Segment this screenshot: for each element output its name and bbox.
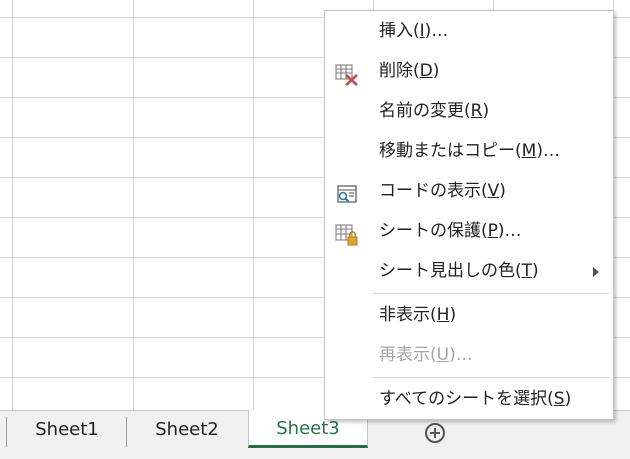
menu-item-insert[interactable]: 挿入(I)… — [325, 11, 613, 51]
menu-item-label: シート見出しの色(T) — [379, 261, 539, 281]
menu-item-tab-color[interactable]: シート見出しの色(T) — [325, 251, 613, 291]
menu-item-rename[interactable]: 名前の変更(R) — [325, 91, 613, 131]
menu-item-label: すべてのシートを選択(S) — [379, 389, 572, 409]
tab-separator — [126, 417, 127, 447]
grid-column-line — [253, 0, 254, 410]
delete-sheet-icon — [335, 61, 358, 86]
menu-item-label: 移動またはコピー(M)… — [379, 141, 560, 161]
menu-item-move-copy[interactable]: 移動またはコピー(M)… — [325, 131, 613, 171]
menu-item-delete[interactable]: 削除(D) — [325, 51, 613, 91]
menu-item-label: 非表示(H) — [379, 305, 457, 325]
menu-item-hide[interactable]: 非表示(H) — [325, 295, 613, 335]
view-code-icon — [335, 181, 357, 203]
sheet-tab-sheet2[interactable]: Sheet2 — [128, 411, 246, 449]
submenu-arrow-icon — [593, 267, 599, 277]
grid-column-line — [133, 0, 134, 410]
menu-item-view-code[interactable]: コードの表示(V) — [325, 171, 613, 211]
tab-separator — [6, 417, 7, 447]
menu-separator — [373, 377, 609, 378]
sheet-tab-context-menu: 挿入(I)… 削除(D) 名前の変更(R) 移動またはコピー(M)… コードの表… — [324, 10, 614, 420]
protect-sheet-icon — [335, 221, 358, 246]
menu-item-label: 再表示(U)… — [379, 345, 473, 365]
menu-item-label: コードの表示(V) — [379, 181, 506, 201]
menu-item-select-all-sheets[interactable]: すべてのシートを選択(S) — [325, 379, 613, 419]
menu-item-unhide: 再表示(U)… — [325, 335, 613, 375]
sheet-tab-sheet1[interactable]: Sheet1 — [8, 411, 126, 449]
menu-item-label: 挿入(I)… — [379, 21, 449, 41]
menu-item-label: 削除(D) — [379, 61, 440, 81]
menu-item-label: 名前の変更(R) — [379, 101, 490, 121]
menu-separator — [373, 293, 609, 294]
grid-column-line — [12, 0, 13, 410]
menu-item-protect-sheet[interactable]: シートの保護(P)… — [325, 211, 613, 251]
menu-item-label: シートの保護(P)… — [379, 221, 522, 241]
add-sheet-icon[interactable] — [425, 423, 445, 443]
